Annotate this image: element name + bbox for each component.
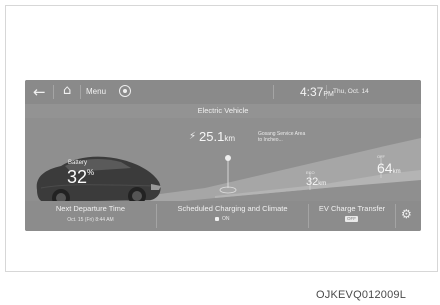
page-title: Electric Vehicle xyxy=(197,106,249,115)
home-icon[interactable]: ⌂ xyxy=(63,83,71,98)
far-range-value: 64 xyxy=(377,160,393,176)
charging-status-text: ON xyxy=(222,216,230,222)
scheduled-charging-label: Scheduled Charging and Climate xyxy=(177,204,288,213)
separator xyxy=(80,85,81,99)
charging-plug-icon: ⚡ xyxy=(189,131,197,142)
mid-range-unit: km xyxy=(318,181,327,187)
menu-button[interactable]: Menu xyxy=(86,87,106,96)
scheduled-charging-button[interactable]: Scheduled Charging and Climate ON xyxy=(157,201,308,231)
mid-range-tag: ECO xyxy=(306,170,315,175)
status-dot-icon xyxy=(215,216,219,221)
current-range-unit: km xyxy=(224,134,235,143)
current-range: 25.1km xyxy=(199,129,235,144)
battery-unit: % xyxy=(87,168,95,177)
separator xyxy=(273,85,274,99)
back-arrow-icon[interactable]: ← xyxy=(33,83,46,101)
rear-hub xyxy=(132,191,142,201)
poi-label: Gosang Service Area to Incheo... xyxy=(258,131,306,143)
clock: 4:37PM xyxy=(300,85,334,99)
next-departure-label: Next Departure Time xyxy=(55,204,126,213)
separator xyxy=(53,85,54,99)
figure-code: OJKEVQ012009L xyxy=(316,289,407,301)
gear-icon[interactable]: ⚙ xyxy=(401,207,412,221)
clock-time: 4:37 xyxy=(300,85,324,99)
battery-level: 32% xyxy=(67,167,94,188)
ev-charge-transfer-button[interactable]: EV Charge Transfer OFF xyxy=(309,201,395,231)
far-range: 64km xyxy=(377,160,401,176)
far-range-tag: OFF xyxy=(377,154,385,159)
separator xyxy=(395,204,396,228)
current-range-value: 25.1 xyxy=(199,129,225,144)
next-departure-time: Oct. 15 (Fri) 8:44 AM xyxy=(67,217,114,223)
far-range-unit: km xyxy=(392,169,401,175)
mid-range: 32km xyxy=(306,176,326,188)
settings-circle-icon[interactable] xyxy=(119,85,131,97)
mid-range-value: 32 xyxy=(306,176,319,188)
date: Thu, Oct. 14 xyxy=(333,88,369,95)
ev-screen: ← ⌂ Menu 4:37PM Thu, Oct. 14 Electric Ve… xyxy=(25,80,421,231)
battery-label: Battery xyxy=(68,160,88,166)
scheduled-charging-status: ON xyxy=(215,216,230,222)
next-departure-button[interactable]: Next Departure Time Oct. 15 (Fri) 8:44 A… xyxy=(25,201,156,231)
battery-value: 32 xyxy=(67,167,88,187)
poi-pin xyxy=(225,155,231,161)
ev-charge-transfer-label: EV Charge Transfer xyxy=(318,204,386,213)
ev-charge-transfer-status: OFF xyxy=(345,216,358,222)
